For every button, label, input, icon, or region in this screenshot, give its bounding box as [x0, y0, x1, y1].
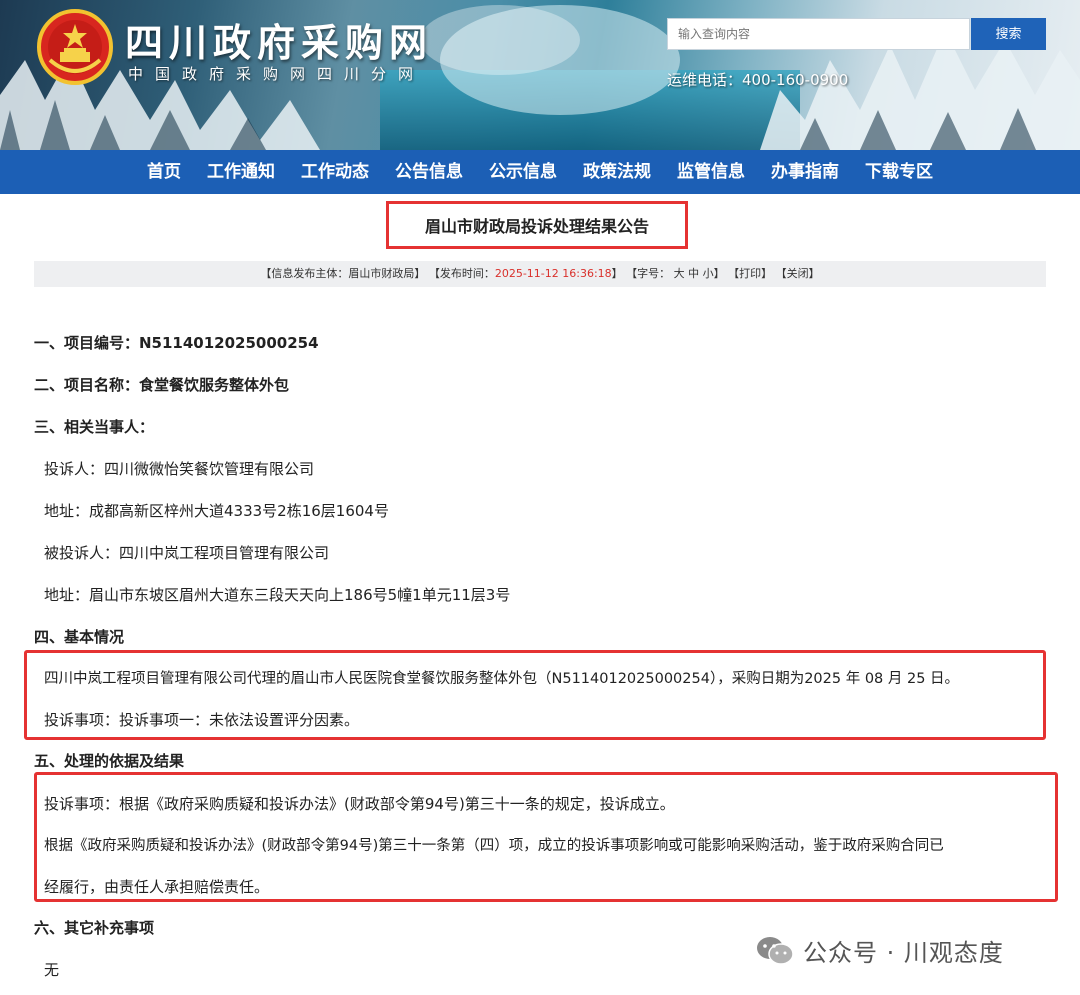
nav-item-home[interactable]: 首页 [134, 150, 194, 194]
result-text-2b: 经履行，由责任人承担赔偿责任。 [44, 878, 270, 896]
font-size-medium-link[interactable]: 中 [688, 267, 699, 280]
section-basic-heading: 四、基本情况 [34, 628, 125, 646]
section-project-number: 一、项目编号：N5114012025000254 [34, 334, 319, 352]
font-size-bracket: 】 [713, 267, 725, 280]
section-project-name: 二、项目名称：食堂餐饮服务整体外包 [34, 376, 290, 394]
complainant: 投诉人：四川微微怡笑餐饮管理有限公司 [44, 460, 315, 478]
nav-item-downloads[interactable]: 下载专区 [852, 150, 946, 194]
nav-item-work-notices[interactable]: 工作通知 [194, 150, 288, 194]
search-input[interactable]: 输入查询内容 [667, 18, 970, 50]
site-subtitle: 中国政府采购网四川分网 [128, 65, 426, 83]
article-title-highlight: 眉山市财政局投诉处理结果公告 [386, 201, 688, 249]
watermark-text: 公众号 · 川观态度 [803, 939, 1004, 967]
nav-item-work-news[interactable]: 工作动态 [288, 150, 382, 194]
site-banner: 四川政府采购网 中国政府采购网四川分网 输入查询内容 搜索 运维电话：400-1… [0, 0, 1080, 150]
print-link[interactable]: 【打印】 [728, 267, 772, 280]
complaint-matter: 投诉事项：投诉事项一：未依法设置评分因素。 [44, 711, 360, 729]
publish-time-bracket: 】 [611, 267, 623, 280]
result-text-2a: 根据《政府采购质疑和投诉办法》(财政部令第94号)第三十一条第（四）项，成立的投… [44, 838, 944, 854]
section-other-heading: 六、其它补充事项 [34, 919, 155, 937]
hotline-text: 运维电话：400-160-0900 [667, 71, 849, 89]
article-title: 眉山市财政局投诉处理结果公告 [424, 217, 649, 236]
close-link[interactable]: 【关闭】 [776, 267, 820, 280]
publish-time-label: 【发布时间： [428, 267, 495, 280]
nav-item-publicity[interactable]: 公示信息 [476, 150, 570, 194]
other-content: 无 [44, 961, 60, 979]
font-size-label: 【字号： [626, 267, 671, 280]
wechat-watermark: 公众号 · 川观态度 [755, 933, 1004, 968]
section-parties-heading: 三、相关当事人： [34, 418, 155, 436]
section-result-heading: 五、处理的依据及结果 [34, 752, 185, 770]
font-size-small-link[interactable]: 小 [703, 267, 714, 280]
search-button[interactable]: 搜索 [971, 18, 1046, 50]
publisher-label: 【信息发布主体： [260, 267, 349, 280]
result-text-1: 投诉事项：根据《政府采购质疑和投诉办法》(财政部令第94号)第三十一条的规定，投… [44, 795, 675, 813]
nav-item-supervision[interactable]: 监管信息 [664, 150, 758, 194]
publish-time: 2025-11-12 16:36:18 [494, 267, 612, 280]
publisher-bracket: 】 [414, 267, 426, 280]
complainant-address: 地址：成都高新区梓州大道4333号2栋16层1604号 [44, 502, 389, 520]
nav-item-announcements[interactable]: 公告信息 [382, 150, 476, 194]
nav-item-guide[interactable]: 办事指南 [758, 150, 852, 194]
font-size-large-link[interactable]: 大 [674, 267, 685, 280]
wechat-icon [757, 936, 794, 965]
article-meta-bar: 【信息发布主体：眉山市财政局】 【发布时间：2025-11-12 16:36:1… [34, 261, 1046, 287]
national-emblem-icon [37, 9, 113, 85]
basic-info-text: 四川中岚工程项目管理有限公司代理的眉山市人民医院食堂餐饮服务整体外包（N5114… [44, 671, 960, 687]
nav-item-policies[interactable]: 政策法规 [570, 150, 664, 194]
respondent: 被投诉人：四川中岚工程项目管理有限公司 [44, 544, 330, 562]
main-nav: 首页 工作通知 工作动态 公告信息 公示信息 政策法规 监管信息 办事指南 下载… [0, 150, 1080, 194]
publisher: 眉山市财政局 [348, 267, 415, 280]
site-title: 四川政府采购网 [125, 20, 434, 65]
respondent-address: 地址：眉山市东坡区眉州大道东三段天天向上186号5幢1单元11层3号 [44, 586, 511, 604]
